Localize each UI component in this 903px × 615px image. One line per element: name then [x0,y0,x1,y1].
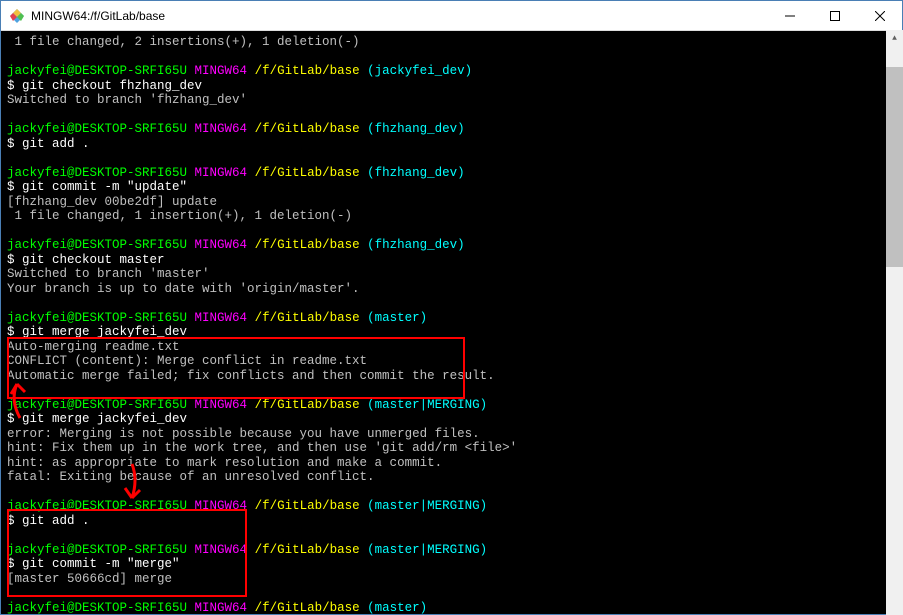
app-icon [9,8,25,24]
output-line: 1 file changed, 1 insertion(+), 1 deleti… [7,209,896,224]
close-button[interactable] [857,1,902,31]
command-line: $ git merge jackyfei_dev [7,412,896,427]
prompt-line: jackyfei@DESKTOP-SRFI65U MINGW64 /f/GitL… [7,166,896,181]
blank-line [7,586,896,601]
output-line: fatal: Exiting because of an unresolved … [7,470,896,485]
window: MINGW64:/f/GitLab/base 1 file changed, 2… [0,0,903,615]
titlebar: MINGW64:/f/GitLab/base [1,1,902,31]
prompt-line: jackyfei@DESKTOP-SRFI65U MINGW64 /f/GitL… [7,601,896,615]
prompt-line: jackyfei@DESKTOP-SRFI65U MINGW64 /f/GitL… [7,122,896,137]
blank-line [7,151,896,166]
prompt-line: jackyfei@DESKTOP-SRFI65U MINGW64 /f/GitL… [7,499,896,514]
window-title: MINGW64:/f/GitLab/base [31,9,767,23]
scroll-up-arrow-icon[interactable]: ▲ [886,30,903,47]
scrollbar[interactable]: ▲ [886,30,903,615]
blank-line [7,108,896,123]
maximize-button[interactable] [812,1,857,31]
command-line: $ git commit -m "merge" [7,557,896,572]
command-line: $ git checkout master [7,253,896,268]
blank-line [7,296,896,311]
output-line: hint: as appropriate to mark resolution … [7,456,896,471]
command-line: $ git merge jackyfei_dev [7,325,896,340]
command-line: $ git checkout fhzhang_dev [7,79,896,94]
output-line: CONFLICT (content): Merge conflict in re… [7,354,896,369]
command-line: $ git add . [7,514,896,529]
blank-line [7,383,896,398]
output-line: hint: Fix them up in the work tree, and … [7,441,896,456]
output-line: error: Merging is not possible because y… [7,427,896,442]
output-line: Auto-merging readme.txt [7,340,896,355]
blank-line [7,224,896,239]
blank-line [7,528,896,543]
output-line: 1 file changed, 2 insertions(+), 1 delet… [7,35,896,50]
blank-line [7,485,896,500]
prompt-line: jackyfei@DESKTOP-SRFI65U MINGW64 /f/GitL… [7,238,896,253]
window-controls [767,1,902,31]
command-line: $ git add . [7,137,896,152]
blank-line [7,50,896,65]
output-line: [master 50666cd] merge [7,572,896,587]
command-line: $ git commit -m "update" [7,180,896,195]
output-line: Switched to branch 'fhzhang_dev' [7,93,896,108]
output-line: Switched to branch 'master' [7,267,896,282]
scrollbar-thumb[interactable] [886,67,903,267]
prompt-line: jackyfei@DESKTOP-SRFI65U MINGW64 /f/GitL… [7,543,896,558]
prompt-line: jackyfei@DESKTOP-SRFI65U MINGW64 /f/GitL… [7,311,896,326]
output-line: [fhzhang_dev 00be2df] update [7,195,896,210]
prompt-line: jackyfei@DESKTOP-SRFI65U MINGW64 /f/GitL… [7,64,896,79]
terminal[interactable]: 1 file changed, 2 insertions(+), 1 delet… [1,31,902,614]
output-line: Automatic merge failed; fix conflicts an… [7,369,896,384]
prompt-line: jackyfei@DESKTOP-SRFI65U MINGW64 /f/GitL… [7,398,896,413]
output-line: Your branch is up to date with 'origin/m… [7,282,896,297]
minimize-button[interactable] [767,1,812,31]
